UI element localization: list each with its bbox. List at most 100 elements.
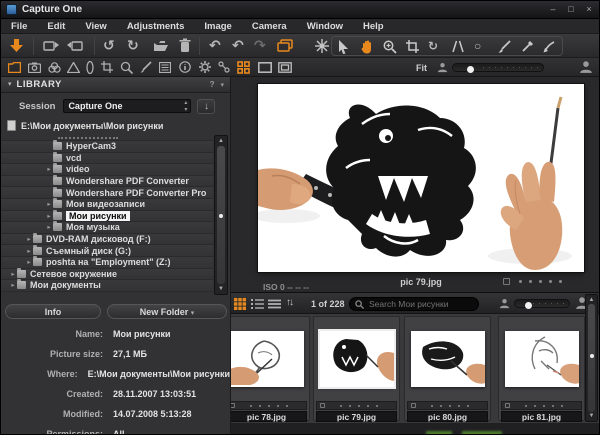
thumbnail-rating[interactable] xyxy=(407,401,488,410)
tree-item[interactable]: ▸ Моя музыка xyxy=(1,222,213,234)
info-tab-icon[interactable] xyxy=(179,61,191,73)
back-icon[interactable]: ↶ xyxy=(232,38,244,52)
filmstrip-scroll-thumb[interactable] xyxy=(588,304,595,412)
tree-item[interactable]: ▸ poshta на "Employment" (Z:) xyxy=(1,257,213,269)
crop-tab-icon[interactable] xyxy=(101,61,113,73)
scroll-down-icon[interactable]: ▼ xyxy=(586,412,597,420)
session-stepper-icon[interactable]: ▴▾ xyxy=(184,100,187,114)
trash-icon[interactable] xyxy=(179,38,191,53)
crop-tool-icon[interactable] xyxy=(406,40,419,53)
grid-view-icon[interactable] xyxy=(237,61,250,74)
scroll-up-icon[interactable]: ▲ xyxy=(586,296,597,304)
settings-gear-icon[interactable] xyxy=(199,61,211,73)
tree-item[interactable]: ▸ Сетевое окружение xyxy=(1,269,213,281)
lens-tab-icon[interactable] xyxy=(86,61,94,74)
menu-item-adjustments[interactable]: Adjustments xyxy=(117,21,195,32)
tree-item[interactable]: ▸ Мои документы xyxy=(1,280,213,292)
rotate-tool-icon[interactable]: ↻ xyxy=(428,39,438,53)
thumbnail-image[interactable] xyxy=(505,331,579,387)
fit-label[interactable]: Fit xyxy=(416,63,427,73)
tag-checkbox[interactable] xyxy=(320,403,325,408)
mirror-tool-icon[interactable] xyxy=(452,40,464,53)
menu-item-image[interactable]: Image xyxy=(194,21,241,32)
thumb-size-slider[interactable] xyxy=(514,299,570,308)
tree-item[interactable]: ▸ DVD-RAM дисковод (F:) xyxy=(1,234,213,246)
forward-icon[interactable]: ↷ xyxy=(254,38,266,52)
brush-tool-icon[interactable] xyxy=(498,40,511,53)
thumbnail-cell[interactable]: pic 80.jpg xyxy=(404,316,491,421)
session-select[interactable]: Capture One ▴▾ xyxy=(63,99,191,113)
tree-item[interactable]: Wondershare PDF Converter xyxy=(1,176,213,188)
viewer-zoom-slider[interactable] xyxy=(452,63,544,72)
chevron-right-icon[interactable]: ▸ xyxy=(45,200,53,208)
tag-checkbox[interactable] xyxy=(231,403,235,408)
rows-view-icon[interactable] xyxy=(268,299,281,309)
rotate-cw-icon[interactable]: ↻ xyxy=(127,38,139,52)
search-box[interactable] xyxy=(349,297,479,311)
new-folder-button[interactable]: New Folder ▾ xyxy=(107,304,227,319)
filmstrip-scrollbar[interactable]: ▲ ▼ xyxy=(585,294,598,422)
title-bar[interactable]: Capture One – □ × xyxy=(1,1,600,19)
tree-item-selected[interactable]: ▸ Мои рисунки xyxy=(1,211,213,223)
open-folder-icon[interactable] xyxy=(153,40,169,52)
tree-scrollbar[interactable]: ▲ ▼ xyxy=(214,135,228,295)
adjust-arrow-icon[interactable] xyxy=(543,40,556,53)
chevron-right-icon[interactable]: ▸ xyxy=(25,258,33,266)
panel-menu-icon[interactable]: ▾ xyxy=(220,81,224,89)
minimize-button[interactable]: – xyxy=(545,3,561,16)
rotate-left-icon[interactable] xyxy=(43,40,59,52)
tag-checkbox[interactable] xyxy=(505,403,510,408)
sort-icon[interactable]: ↑↓ xyxy=(286,297,292,308)
tree-item[interactable]: HyperCam3 xyxy=(1,141,213,153)
tree-item[interactable]: ▸ video xyxy=(1,164,213,176)
chevron-right-icon[interactable]: ▸ xyxy=(25,247,33,255)
scroll-down-icon[interactable]: ▼ xyxy=(215,285,227,293)
current-path-row[interactable]: E:\Мои документы\Мои рисунки xyxy=(1,118,230,133)
menu-item-camera[interactable]: Camera xyxy=(242,21,297,32)
camera-tab-icon[interactable] xyxy=(28,62,41,73)
focus-tab-icon[interactable] xyxy=(120,61,133,74)
menu-item-file[interactable]: File xyxy=(1,21,37,32)
tree-item[interactable]: ▸ Съемный диск (G:) xyxy=(1,245,213,257)
thumbnail-cell[interactable]: pic 78.jpg xyxy=(231,316,310,421)
thumbnail-rating[interactable] xyxy=(501,401,582,410)
chevron-right-icon[interactable]: ▸ xyxy=(45,212,53,220)
collapse-arrow-icon[interactable]: ▾ xyxy=(8,78,12,92)
select-cursor-icon[interactable] xyxy=(337,40,350,54)
search-input[interactable] xyxy=(367,298,467,310)
library-tab-folder-icon[interactable] xyxy=(8,62,21,73)
scroll-up-icon[interactable]: ▲ xyxy=(215,137,227,145)
circle-tool-icon[interactable]: ○ xyxy=(474,39,481,53)
chevron-right-icon[interactable]: ▸ xyxy=(9,270,17,278)
copy-variants-icon[interactable] xyxy=(277,39,293,53)
viewer-view-icon[interactable] xyxy=(258,62,272,73)
zoom-out-person-icon[interactable] xyxy=(437,62,448,73)
viewer-rating[interactable] xyxy=(503,278,562,285)
exposure-tab-icon[interactable] xyxy=(67,62,80,73)
tag-checkbox[interactable] xyxy=(411,403,416,408)
maximize-button[interactable]: □ xyxy=(563,3,579,16)
sparkle-icon[interactable] xyxy=(315,39,329,53)
retouch-tab-icon[interactable] xyxy=(140,61,152,73)
thumb-grid-icon[interactable] xyxy=(234,298,246,310)
info-button[interactable]: Info xyxy=(5,304,101,319)
zoom-tool-icon[interactable] xyxy=(383,40,397,54)
thumbnail-rating[interactable] xyxy=(316,401,397,410)
thumbnail-cell-selected[interactable]: pic 79.jpg xyxy=(313,316,400,421)
tree-item[interactable]: vcd xyxy=(1,153,213,165)
chevron-right-icon[interactable]: ▸ xyxy=(45,165,53,173)
tag-checkbox[interactable] xyxy=(503,278,510,285)
thumbnail-rating[interactable] xyxy=(231,401,307,410)
chevron-right-icon[interactable]: ▸ xyxy=(45,223,53,231)
thumbnail-cell[interactable]: pic 81.jpg xyxy=(498,316,585,421)
help-icon[interactable]: ? xyxy=(210,80,215,89)
tree-scroll-thumb[interactable] xyxy=(217,146,225,284)
thumb-size-small-icon[interactable] xyxy=(499,298,510,309)
import-download-icon[interactable] xyxy=(9,39,24,53)
list-view-icon[interactable] xyxy=(251,299,264,309)
tree-item[interactable]: Wondershare PDF Converter Pro xyxy=(1,187,213,199)
multiview-icon[interactable] xyxy=(278,62,292,73)
zoom-in-person-icon[interactable] xyxy=(579,60,593,74)
chevron-right-icon[interactable]: ▸ xyxy=(9,281,17,289)
library-header[interactable]: ▾ LIBRARY ? ▾ xyxy=(1,77,230,93)
